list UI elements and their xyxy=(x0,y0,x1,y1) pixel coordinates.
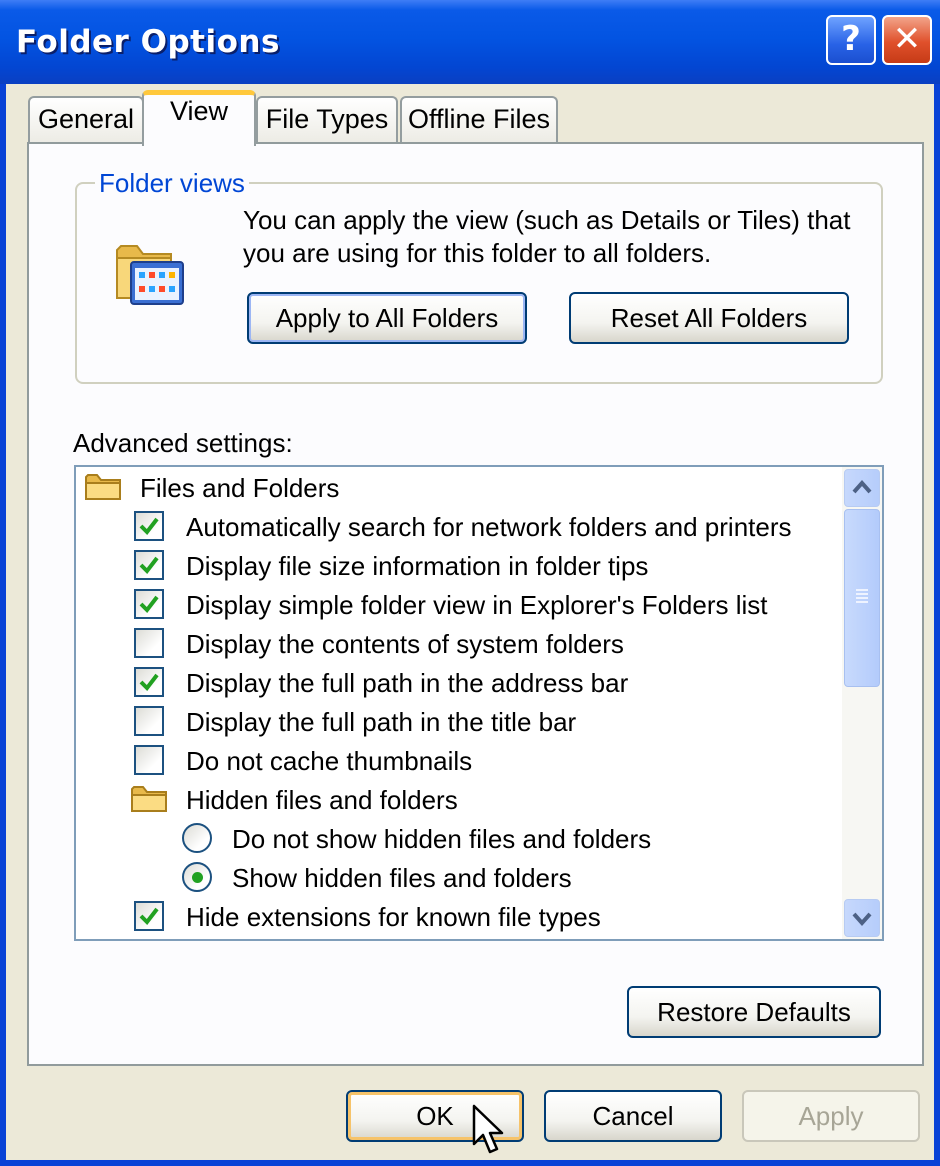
list-item[interactable]: Display the full path in the address bar xyxy=(134,664,834,702)
vertical-scrollbar[interactable] xyxy=(842,467,882,939)
list-item-label: Display the contents of system folders xyxy=(186,629,624,659)
scroll-down-button[interactable] xyxy=(844,899,880,937)
list-item[interactable]: Hidden files and folders xyxy=(130,781,830,819)
checkbox-unchecked[interactable] xyxy=(134,628,164,658)
folder-views-description: You can apply the view (such as Details … xyxy=(243,205,851,268)
list-item[interactable]: Do not show hidden files and folders xyxy=(182,820,832,858)
list-item-label: Files and Folders xyxy=(140,473,340,503)
list-item-label: Display the full path in the title bar xyxy=(186,707,577,737)
scroll-up-button[interactable] xyxy=(844,469,880,507)
checkbox-checked[interactable] xyxy=(134,667,164,697)
chevron-down-icon xyxy=(852,912,872,927)
scroll-thumb[interactable] xyxy=(844,509,880,687)
list-item[interactable]: Display simple folder view in Explorer's… xyxy=(134,586,834,624)
reset-all-folders-button[interactable]: Reset All Folders xyxy=(569,292,849,344)
folder-views-group: Folder views You can apply the view (suc… xyxy=(75,168,883,384)
apply-to-all-folders-button[interactable]: Apply to All Folders xyxy=(247,292,527,344)
list-item[interactable]: Display the contents of system folders xyxy=(134,625,834,663)
close-icon: ✕ xyxy=(892,19,922,59)
tab-file-types[interactable]: File Types xyxy=(256,96,398,144)
apply-button[interactable]: Apply xyxy=(742,1090,920,1142)
checkbox-unchecked[interactable] xyxy=(134,745,164,775)
tab-offline-files[interactable]: Offline Files xyxy=(400,96,558,144)
grip-icon xyxy=(856,589,868,603)
title-bar[interactable]: Folder Options ? ✕ xyxy=(0,0,940,84)
radio-unselected[interactable] xyxy=(182,823,212,853)
list-item[interactable]: Display file size information in folder … xyxy=(134,547,834,585)
checkbox-checked[interactable] xyxy=(134,901,164,931)
folder-views-icon xyxy=(113,232,189,317)
list-item-label: Do not cache thumbnails xyxy=(186,746,473,776)
chevron-up-icon xyxy=(852,479,872,494)
list-item[interactable]: Automatically search for network folders… xyxy=(134,508,834,546)
list-item[interactable]: Hide extensions for known file types xyxy=(134,898,834,936)
advanced-settings-label: Advanced settings: xyxy=(73,428,293,458)
list-item-label: Do not show hidden files and folders xyxy=(232,824,652,854)
restore-defaults-button[interactable]: Restore Defaults xyxy=(627,986,881,1038)
tab-view[interactable]: View xyxy=(142,90,256,146)
help-button[interactable]: ? xyxy=(826,15,876,65)
tab-file-types-label: File Types xyxy=(265,104,389,134)
list-item-label: Display simple folder view in Explorer's… xyxy=(186,590,768,620)
mouse-pointer-icon xyxy=(472,1104,504,1154)
folder-icon xyxy=(130,783,170,822)
advanced-settings-list[interactable]: Files and Folders Automatically search f… xyxy=(74,465,884,941)
tab-general-label: General xyxy=(37,104,135,134)
list-item[interactable]: Show hidden files and folders xyxy=(182,859,832,897)
list-item[interactable]: Display the full path in the title bar xyxy=(134,703,834,741)
cancel-button[interactable]: Cancel xyxy=(544,1090,722,1142)
list-item-label: Show hidden files and folders xyxy=(232,863,572,893)
list-item-label: Hidden files and folders xyxy=(186,785,458,815)
checkbox-checked[interactable] xyxy=(134,511,164,541)
list-item-label: Display file size information in folder … xyxy=(186,551,649,581)
view-tab-panel: Folder views You can apply the view (suc… xyxy=(27,142,924,1066)
list-item-label: Automatically search for network folders… xyxy=(186,512,792,542)
list-item-label: Display the full path in the address bar xyxy=(186,668,629,698)
tab-offline-files-label: Offline Files xyxy=(407,104,551,134)
checkbox-checked[interactable] xyxy=(134,550,164,580)
folder-icon xyxy=(84,471,124,510)
list-item-label: Hide extensions for known file types xyxy=(186,902,601,932)
close-button[interactable]: ✕ xyxy=(882,15,932,65)
tab-view-label: View xyxy=(169,96,229,126)
help-icon: ? xyxy=(841,19,861,59)
checkbox-unchecked[interactable] xyxy=(134,706,164,736)
list-item[interactable]: Files and Folders xyxy=(84,469,834,507)
radio-dot xyxy=(192,872,203,883)
folder-views-legend: Folder views xyxy=(95,168,249,199)
window-title: Folder Options xyxy=(16,24,280,60)
radio-selected[interactable] xyxy=(182,862,212,892)
checkbox-checked[interactable] xyxy=(134,589,164,619)
folder-options-dialog: Folder Options ? ✕ General View File Typ… xyxy=(0,0,940,1166)
list-item[interactable]: Do not cache thumbnails xyxy=(134,742,834,780)
tab-general[interactable]: General xyxy=(28,96,144,144)
